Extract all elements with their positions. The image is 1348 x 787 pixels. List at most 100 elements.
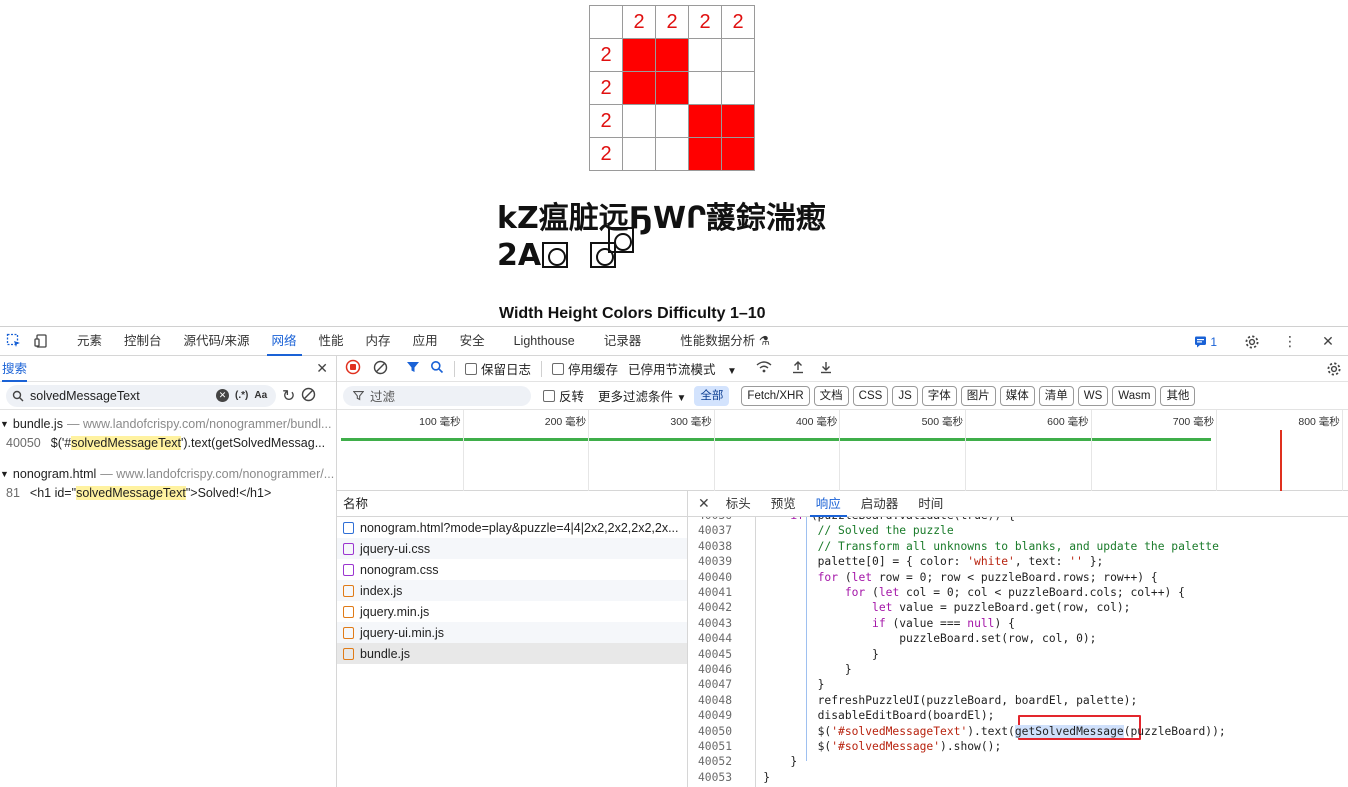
type-chip[interactable]: Wasm	[1112, 385, 1157, 406]
nonogram-grid: 22222222	[589, 5, 755, 171]
tab-application[interactable]: 应用	[402, 327, 449, 356]
tab-sources[interactable]: 源代码/来源	[173, 327, 261, 356]
tab-console[interactable]: 控制台	[113, 327, 173, 356]
tab-recorder[interactable]: 记录器	[593, 327, 653, 356]
clear-log-icon[interactable]	[373, 360, 388, 378]
tab-performance[interactable]: 性能	[308, 327, 355, 356]
grid-cell-filled[interactable]	[655, 71, 689, 105]
code-line-number: 40039	[698, 555, 733, 569]
refresh-icon[interactable]: ↻	[282, 386, 295, 406]
grid-cell-empty[interactable]	[622, 104, 656, 138]
filter-input[interactable]: 过滤	[343, 385, 531, 406]
search-icon[interactable]	[430, 360, 444, 377]
request-list-header-name[interactable]: 名称	[337, 491, 687, 517]
code-line-text: if (value === null) {	[872, 616, 1015, 630]
network-timeline-overview[interactable]: 100 毫秒 200 毫秒 300 毫秒 400 毫秒 500 毫秒 600 毫秒 700 …	[337, 410, 1348, 491]
tab-performance-insights[interactable]: 性能数据分析 ⚗	[652, 327, 781, 356]
invert-checkbox[interactable]: 反转	[543, 386, 584, 405]
close-icon[interactable]: ✕	[1319, 333, 1337, 351]
grid-cell-filled[interactable]	[622, 71, 656, 105]
search-panel-title[interactable]: 搜索	[2, 356, 28, 382]
inspect-element-icon[interactable]	[5, 332, 23, 350]
issues-badge[interactable]: 1	[1194, 335, 1217, 349]
import-har-icon[interactable]	[791, 360, 805, 377]
type-chip[interactable]: WS	[1077, 385, 1109, 406]
dropdown-arrow-icon: ▼	[727, 366, 737, 377]
request-row[interactable]: bundle.js	[337, 643, 687, 664]
clear-results-icon[interactable]	[301, 387, 316, 405]
tab-response[interactable]: 响应	[806, 491, 851, 517]
tab-initiator[interactable]: 启动器	[851, 491, 909, 517]
tab-network[interactable]: 网络	[261, 327, 308, 356]
request-row[interactable]: jquery-ui.css	[337, 538, 687, 559]
result-file-nonogram[interactable]: ▼ nonogram.html — www.landofcrispy.com/n…	[0, 464, 336, 484]
search-input[interactable]	[30, 388, 210, 403]
grid-cell-empty[interactable]	[655, 137, 689, 171]
search-panel: 搜索 ✕ ✕ (.*) Aa ↻ ▼ bundle.j	[0, 356, 337, 787]
disable-cache-checkbox[interactable]: 停用缓存	[552, 359, 618, 378]
grid-cell-filled[interactable]	[721, 104, 755, 138]
case-sensitive-toggle[interactable]: Aa	[254, 390, 267, 401]
grid-cell-filled[interactable]	[688, 104, 722, 138]
grid-cell-filled[interactable]	[688, 137, 722, 171]
tab-security[interactable]: 安全	[449, 327, 496, 356]
code-line-text: refreshPuzzleUI(puzzleBoard, boardEl, pa…	[736, 693, 1138, 707]
expand-arrow-icon: ▼	[0, 419, 9, 429]
close-detail-icon[interactable]: ✕	[698, 495, 710, 512]
request-row[interactable]: jquery.min.js	[337, 601, 687, 622]
result-line[interactable]: 40050 $('#solvedMessageText').text(getSo…	[0, 434, 336, 452]
tab-preview[interactable]: 预览	[761, 491, 806, 517]
grid-cell-empty[interactable]	[688, 71, 722, 105]
type-chip[interactable]: 字体	[921, 385, 957, 406]
grid-cell-empty[interactable]	[655, 104, 689, 138]
request-row[interactable]: nonogram.html?mode=play&puzzle=4|4|2x2,2…	[337, 517, 687, 538]
regex-toggle[interactable]: (.*)	[235, 390, 248, 401]
result-line[interactable]: 81 <h1 id="solvedMessageText">Solved!</h…	[0, 484, 336, 502]
tab-lighthouse[interactable]: Lighthouse	[496, 327, 593, 356]
grid-cell-empty[interactable]	[721, 71, 755, 105]
network-conditions-icon[interactable]	[755, 360, 773, 377]
grid-cell-empty[interactable]	[622, 137, 656, 171]
more-filters-dropdown[interactable]: 更多过滤条件 ▼	[598, 386, 686, 405]
network-toolbar: 保留日志 停用缓存 已停用节流模式 ▼	[337, 356, 1348, 382]
record-stop-icon[interactable]	[345, 359, 361, 378]
type-chip[interactable]: Fetch/XHR	[741, 385, 810, 406]
type-chip[interactable]: 图片	[960, 385, 996, 406]
code-line: 40051 $('#solvedMessage').show();	[688, 739, 1348, 754]
tab-memory[interactable]: 内存	[355, 327, 402, 356]
result-file-bundle[interactable]: ▼ bundle.js — www.landofcrispy.com/nonog…	[0, 414, 336, 434]
export-har-icon[interactable]	[819, 360, 833, 377]
grid-cell-filled[interactable]	[721, 137, 755, 171]
network-settings-gear-icon[interactable]	[1326, 361, 1342, 380]
invert-label: 反转	[559, 390, 585, 404]
response-code-view[interactable]: 40036 if (puzzleBoard.validate(true)) {4…	[688, 517, 1348, 787]
device-toolbar-icon[interactable]	[33, 332, 51, 350]
type-chip[interactable]: CSS	[852, 385, 889, 406]
filter-funnel-icon[interactable]	[406, 360, 420, 377]
gear-icon[interactable]	[1243, 333, 1261, 351]
grid-cell-empty[interactable]	[721, 38, 755, 72]
request-row[interactable]: nonogram.css	[337, 559, 687, 580]
tab-timing[interactable]: 时间	[908, 491, 953, 517]
grid-cell-empty[interactable]	[688, 38, 722, 72]
type-chip[interactable]: 清单	[1038, 385, 1074, 406]
request-row[interactable]: jquery-ui.min.js	[337, 622, 687, 643]
code-line: 40052 }	[688, 754, 1348, 769]
tab-headers[interactable]: 标头	[716, 491, 761, 517]
request-row[interactable]: index.js	[337, 580, 687, 601]
type-chip[interactable]: 全部	[694, 385, 730, 406]
type-chip[interactable]: 媒体	[999, 385, 1035, 406]
tab-elements[interactable]: 元素	[66, 327, 113, 356]
type-chip[interactable]: 其他	[1160, 385, 1196, 406]
more-vertical-icon[interactable]: ⋮	[1281, 333, 1299, 351]
grid-cell-filled[interactable]	[622, 38, 656, 72]
type-chip[interactable]: JS	[892, 385, 918, 406]
timeline-tick: 600 毫秒	[1047, 410, 1092, 491]
type-chip[interactable]: 文档	[813, 385, 849, 406]
clear-search-icon[interactable]: ✕	[216, 389, 229, 402]
close-search-icon[interactable]: ✕	[316, 360, 328, 377]
throttle-select[interactable]: 已停用节流模式 ▼	[628, 359, 737, 378]
preserve-log-checkbox[interactable]: 保留日志	[465, 359, 531, 378]
grid-cell-filled[interactable]	[655, 38, 689, 72]
throttle-value: 已停用节流模式	[628, 363, 716, 377]
